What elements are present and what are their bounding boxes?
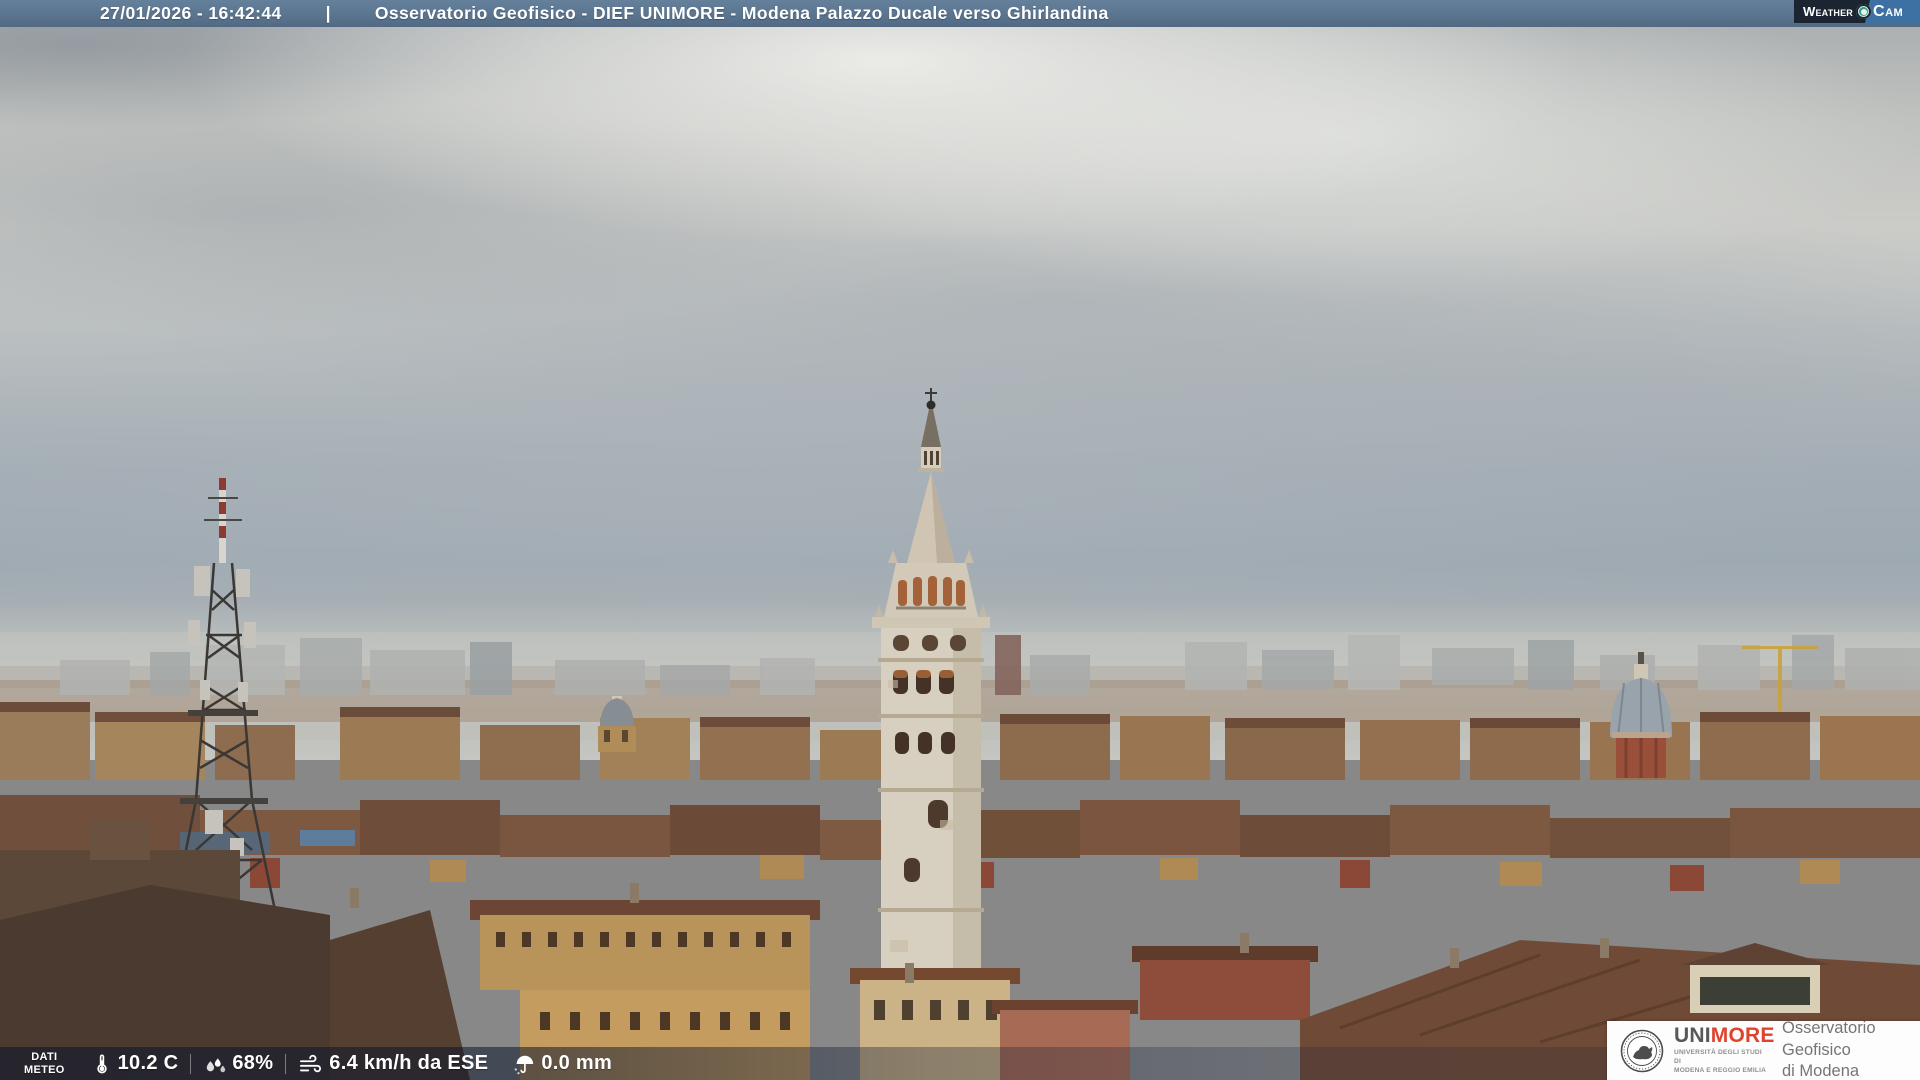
wind-icon [298,1053,324,1075]
unimore-logo-box: UNIMORE UNIVERSITÀ DEGLI STUDI DI MODENA… [1607,1021,1920,1080]
weathercam-word-weather: Weather [1803,4,1853,19]
separator: | [326,3,331,24]
wind-reading: 6.4 km/h da ESE [298,1052,488,1075]
city-photo [0,0,1920,1080]
unimore-wordmark: UNIMORE UNIVERSITÀ DEGLI STUDI DI MODENA… [1674,1025,1770,1076]
webcam-view: 27/01/2026 - 16:42:44 | Osservatorio Geo… [0,0,1920,1080]
unimore-more: MORE [1711,1024,1775,1047]
rain-value: 0.0 mm [541,1052,612,1075]
camera-title: Osservatorio Geofisico - DIEF UNIMORE - … [375,3,1109,24]
weathercam-lens-icon [1856,4,1871,19]
droplets-icon [203,1053,227,1075]
wind-value: 6.4 km/h da ESE [329,1052,488,1075]
unimore-subtitle-2: MODENA E REGGIO EMILIA [1674,1067,1770,1076]
humidity-value: 68% [232,1052,273,1075]
unimore-uni: UNI [1674,1024,1711,1047]
umbrella-rain-icon [512,1053,536,1075]
rain-reading: 0.0 mm [512,1052,612,1075]
temperature-value: 10.2 C [118,1052,179,1075]
unimore-subtitle-1: UNIVERSITÀ DEGLI STUDI DI [1674,1049,1770,1067]
weathercam-logo: Weather Cam [1794,0,1920,23]
city-skyline [0,380,1920,1080]
title-bar: 27/01/2026 - 16:42:44 | Osservatorio Geo… [0,0,1920,27]
divider [285,1054,286,1074]
ghirlandina-tower [872,388,990,1020]
university-seal-icon [1620,1029,1664,1073]
timestamp: 27/01/2026 - 16:42:44 [100,3,282,24]
observatory-name: Osservatorio Geofisico di Modena [1782,1018,1920,1080]
temperature-reading: 10.2 C [91,1052,179,1075]
divider [190,1054,191,1074]
weathercam-word-cam: Cam [1873,3,1903,21]
humidity-reading: 68% [203,1052,273,1075]
thermometer-icon [91,1053,113,1075]
meteo-label: DATI METEO [24,1051,65,1076]
